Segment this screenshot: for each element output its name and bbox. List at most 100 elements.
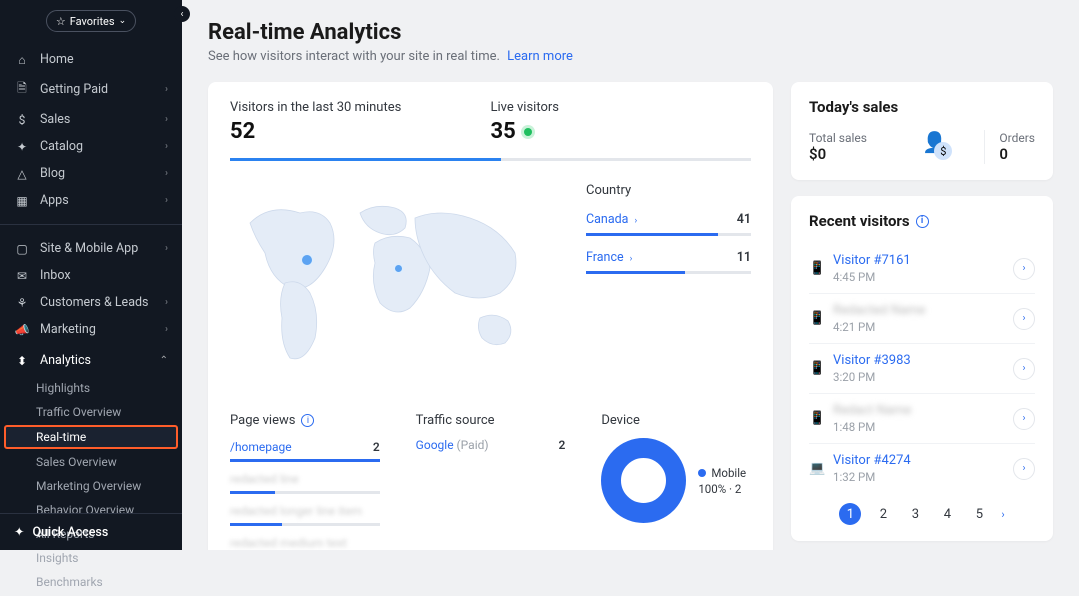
- chevron-right-icon: ›: [165, 324, 168, 335]
- visitor-name: Visitor #7161: [833, 253, 1013, 268]
- section-title: Traffic source: [416, 413, 566, 428]
- page-button[interactable]: 2: [873, 507, 893, 522]
- visitor-row[interactable]: 📱 Redacted Name 4:21 PM ›: [809, 293, 1035, 343]
- visitor-name: Visitor #4274: [833, 453, 1013, 468]
- pageview-row[interactable]: /homepage2: [230, 438, 380, 456]
- sidebar-item[interactable]: ⚘ Customers & Leads ›: [0, 289, 182, 316]
- analytics-submenu: HighlightsTraffic OverviewReal-timeSales…: [0, 374, 182, 596]
- sidebar-item[interactable]: ⌂ Home: [0, 46, 182, 73]
- sidebar-subitem[interactable]: Highlights: [0, 376, 182, 400]
- nav-icon: ▦: [14, 194, 30, 208]
- pageview-row[interactable]: redacted medium text: [230, 534, 380, 550]
- map-svg: [230, 183, 550, 383]
- page-button[interactable]: 5: [969, 507, 989, 522]
- visitor-detail-button[interactable]: ›: [1013, 308, 1035, 330]
- sales-illustration-icon: 👤 $: [922, 134, 952, 160]
- analytics-icon: ⬍: [14, 354, 30, 368]
- chevron-right-icon: ›: [165, 195, 168, 206]
- sidebar-item-label: Home: [40, 52, 74, 67]
- stat-label: Live visitors: [491, 100, 752, 115]
- traffic-source-row[interactable]: Google (Paid) 2: [416, 438, 566, 452]
- visitor-time: 4:45 PM: [833, 270, 1013, 284]
- sidebar-subitem[interactable]: Real-time: [4, 425, 178, 449]
- star-icon: ☆: [56, 15, 66, 28]
- favorites-label: Favorites: [70, 15, 115, 28]
- nav-icon: ⚘: [14, 296, 30, 310]
- sidebar-item-label: Marketing: [40, 322, 96, 337]
- quick-access-button[interactable]: ✦ Quick Access: [0, 513, 182, 550]
- device-icon: 📱: [809, 311, 823, 326]
- visitor-row[interactable]: 💻 Visitor #4274 1:32 PM ›: [809, 443, 1035, 493]
- nav-icon: 📣: [14, 323, 30, 337]
- page-header: Real-time Analytics See how visitors int…: [208, 20, 1053, 64]
- sidebar-item-analytics[interactable]: ⬍ Analytics ⌃: [0, 347, 182, 374]
- visitor-detail-button[interactable]: ›: [1013, 258, 1035, 280]
- chevron-right-icon: ›: [165, 141, 168, 152]
- visitor-time: 1:32 PM: [833, 470, 1013, 484]
- pageview-row[interactable]: redacted line: [230, 470, 380, 488]
- sidebar-subitem[interactable]: Benchmarks: [0, 570, 182, 594]
- chevron-right-icon: ›: [165, 168, 168, 179]
- country-row[interactable]: France› 11: [586, 246, 751, 267]
- pagination: 12345 ›: [809, 503, 1035, 525]
- sidebar-item[interactable]: ✦ Catalog ›: [0, 133, 182, 160]
- nav-icon: ✉: [14, 269, 30, 283]
- visitor-time: 1:48 PM: [833, 420, 1013, 434]
- chart-legend: Mobile 100% · 2: [698, 466, 746, 496]
- nav-secondary: ▢ Site & Mobile App › ✉ Inbox ⚘ Customer…: [0, 231, 182, 347]
- total-sales-stat: Total sales $0: [809, 131, 867, 163]
- visitor-time: 3:20 PM: [833, 370, 1013, 384]
- favorites-button[interactable]: ☆ Favorites ⌄: [46, 10, 136, 32]
- sidebar-item-label: Catalog: [40, 139, 83, 154]
- sidebar-subitem[interactable]: Traffic Overview: [0, 400, 182, 424]
- visitor-row[interactable]: 📱 Visitor #3983 3:20 PM ›: [809, 343, 1035, 393]
- sidebar-item[interactable]: △ Blog ›: [0, 160, 182, 187]
- visitor-name: Redacted Name: [833, 303, 1013, 318]
- sidebar-item[interactable]: ▦ Apps ›: [0, 187, 182, 214]
- todays-sales-card: Today's sales Total sales $0 👤 $ Orders: [791, 82, 1053, 180]
- pageview-row[interactable]: redacted longer line item: [230, 502, 380, 520]
- nav-icon: ✦: [14, 140, 30, 154]
- sidebar-item-label: Site & Mobile App: [40, 241, 138, 256]
- sidebar-collapse-button[interactable]: ‹: [174, 6, 190, 22]
- section-title: Country: [586, 183, 751, 198]
- page-button[interactable]: 4: [937, 507, 957, 522]
- chevron-right-icon: ›: [165, 84, 168, 95]
- page-button[interactable]: 3: [905, 507, 925, 522]
- visitor-detail-button[interactable]: ›: [1013, 408, 1035, 430]
- visitor-detail-button[interactable]: ›: [1013, 458, 1035, 480]
- sparkle-icon: ✦: [14, 524, 24, 540]
- sidebar-item-label: Apps: [40, 193, 69, 208]
- nav-icon: $: [14, 113, 30, 127]
- visitor-row[interactable]: 📱 Redact Name 1:48 PM ›: [809, 393, 1035, 443]
- sidebar-subitem[interactable]: Marketing Overview: [0, 474, 182, 498]
- card-title: Today's sales: [809, 98, 1035, 116]
- visitor-detail-button[interactable]: ›: [1013, 358, 1035, 380]
- sidebar-item[interactable]: ▢ Site & Mobile App ›: [0, 235, 182, 262]
- device-donut-chart: [601, 438, 686, 523]
- sidebar-item[interactable]: ✉ Inbox: [0, 262, 182, 289]
- device-icon: 📱: [809, 361, 823, 376]
- page-next-button[interactable]: ›: [1001, 508, 1004, 521]
- sidebar-item[interactable]: $ Sales ›: [0, 106, 182, 133]
- sidebar-item-label: Customers & Leads: [40, 295, 149, 310]
- page-button[interactable]: 1: [839, 503, 861, 525]
- recent-visitors-card: Recent visitors i 📱 Visitor #7161 4:45 P…: [791, 196, 1053, 541]
- world-map: [230, 183, 550, 383]
- country-row[interactable]: Canada› 41: [586, 208, 751, 229]
- traffic-source-section: Traffic source Google (Paid) 2: [416, 413, 566, 550]
- map-marker: [393, 263, 404, 274]
- sidebar-item[interactable]: 📣 Marketing ›: [0, 316, 182, 343]
- chevron-right-icon: ›: [165, 297, 168, 308]
- device-section: Device Mobile 100% · 2: [601, 413, 751, 550]
- stat-value: 35: [491, 119, 752, 144]
- card-title: Recent visitors i: [809, 212, 1035, 230]
- sidebar-subitem[interactable]: Sales Overview: [0, 450, 182, 474]
- nav-icon: 🗎: [14, 79, 30, 100]
- learn-more-link[interactable]: Learn more: [507, 49, 573, 64]
- info-icon[interactable]: i: [916, 215, 929, 228]
- sidebar-item[interactable]: 🗎 Getting Paid ›: [0, 73, 182, 106]
- info-icon[interactable]: i: [301, 414, 314, 427]
- visitor-row[interactable]: 📱 Visitor #7161 4:45 PM ›: [809, 244, 1035, 293]
- analytics-card: Visitors in the last 30 minutes 52 Live …: [208, 82, 773, 550]
